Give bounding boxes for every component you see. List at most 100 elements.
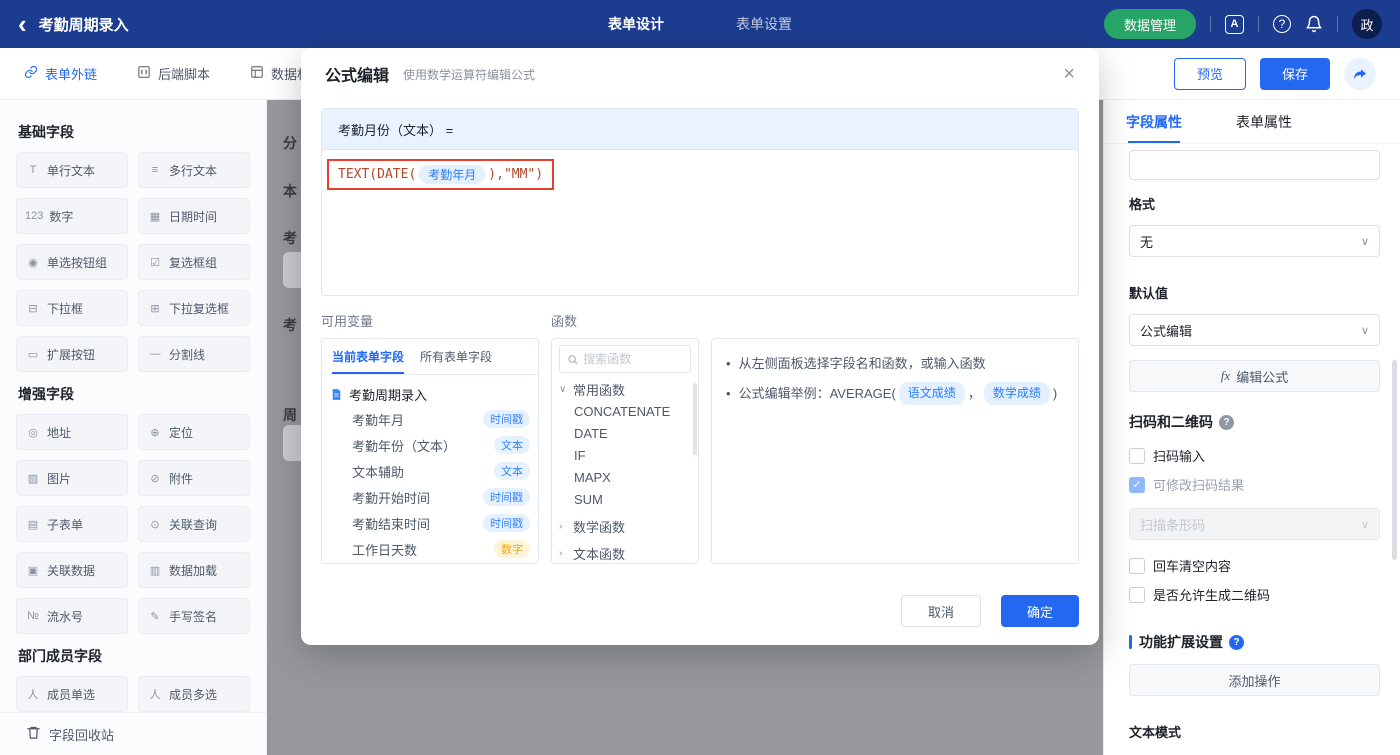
divider-icon: — bbox=[149, 348, 161, 360]
scan-input-checkbox[interactable] bbox=[1129, 447, 1145, 464]
variable-name: 考勤年月 bbox=[352, 412, 405, 428]
formula-input-area[interactable]: TEXT(DATE( 考勤年月 ),"MM") bbox=[322, 150, 1078, 295]
tab-form-settings[interactable]: 表单设置 bbox=[736, 14, 792, 34]
field-palette-item[interactable]: ✎ 手写签名 bbox=[138, 598, 250, 634]
function-search-input[interactable] bbox=[583, 352, 683, 366]
backend-script-button[interactable]: 后端脚本 bbox=[137, 64, 210, 83]
variable-name: 考勤结束时间 bbox=[352, 516, 431, 532]
functions-scrollbar[interactable] bbox=[693, 383, 697, 455]
field-item-label: 成员多选 bbox=[169, 687, 218, 702]
tab-current-form-fields[interactable]: 当前表单字段 bbox=[332, 339, 405, 374]
field-recycle-bin[interactable]: 字段回收站 bbox=[0, 712, 266, 755]
function-item[interactable]: CONCATENATE bbox=[559, 400, 691, 422]
confirm-button[interactable]: 确定 bbox=[1000, 595, 1079, 627]
field-palette-item[interactable]: ⊙ 关联查询 bbox=[138, 506, 250, 542]
formula-field-pill[interactable]: 考勤年月 bbox=[419, 165, 486, 184]
tab-field-properties[interactable]: 字段属性 bbox=[1126, 100, 1182, 143]
variable-item[interactable]: 考勤开始时间 时间戳 bbox=[330, 484, 530, 510]
field-palette-item[interactable]: ▤ 子表单 bbox=[16, 506, 128, 542]
function-group[interactable]: › 文本函数 bbox=[559, 542, 691, 563]
properties-tabs: 字段属性 表单属性 bbox=[1104, 100, 1400, 144]
tab-all-form-fields[interactable]: 所有表单字段 bbox=[420, 339, 492, 374]
formula-editor[interactable]: 考勤月份（文本） = TEXT(DATE( 考勤年月 ),"MM") bbox=[321, 108, 1079, 296]
function-group[interactable]: › 数学函数 bbox=[559, 515, 691, 537]
field-palette-item[interactable]: 人成员单选 bbox=[16, 676, 128, 712]
variable-item[interactable]: 考勤结束时间 时间戳 bbox=[330, 510, 530, 536]
field-palette-item[interactable]: ⊘ 附件 bbox=[138, 460, 250, 496]
sidebar-field-grid: T 单行文本 ≡ 多行文本 123 数字 ▦ 日期时间 ◉ 单选按钮组 ☑ 复选框组 ⊟ 下拉框 ⊞ 下拉复选… bbox=[16, 152, 250, 372]
field-item-label: 手写签名 bbox=[169, 609, 218, 624]
editable-scan-result-checkbox[interactable]: ✓ bbox=[1129, 476, 1145, 493]
cancel-button[interactable]: 取消 bbox=[900, 595, 981, 627]
dropdown-icon: ⊟ bbox=[28, 302, 38, 315]
close-icon[interactable]: × bbox=[1063, 64, 1075, 84]
question-icon[interactable]: ? bbox=[1219, 414, 1234, 430]
form-external-link-button[interactable]: 表单外链 bbox=[24, 64, 97, 83]
function-item[interactable]: SUM bbox=[559, 488, 691, 510]
notification-bell-icon[interactable] bbox=[1305, 15, 1323, 33]
field-palette-item[interactable]: T 单行文本 bbox=[16, 152, 128, 188]
field-palette-item[interactable]: ⊕ 定位 bbox=[138, 414, 250, 450]
field-palette-item[interactable]: 123 数字 bbox=[16, 198, 128, 234]
field-item-label: 数据加载 bbox=[169, 563, 218, 578]
field-palette-item[interactable]: ▨ 图片 bbox=[16, 460, 128, 496]
field-title-input[interactable] bbox=[1129, 150, 1380, 180]
field-palette-item[interactable]: ≡ 多行文本 bbox=[138, 152, 250, 188]
help-icon[interactable]: ? bbox=[1273, 15, 1291, 33]
allow-qrcode-checkbox[interactable] bbox=[1129, 586, 1145, 603]
variable-name: 工作日天数 bbox=[352, 542, 418, 558]
format-select[interactable]: 无 ∨ bbox=[1129, 225, 1380, 257]
variable-item[interactable]: 工作日天数 数字 bbox=[330, 536, 530, 562]
edit-formula-button[interactable]: fx 编辑公式 bbox=[1129, 360, 1380, 392]
field-palette-item[interactable]: ▣ 关联数据 bbox=[16, 552, 128, 588]
variable-item[interactable]: 文本辅助 文本 bbox=[330, 458, 530, 484]
app-header: ‹ 考勤周期录入 表单设计 表单设置 数据管理 A ? 政 bbox=[0, 0, 1400, 48]
field-palette-item[interactable]: ▦ 日期时间 bbox=[138, 198, 250, 234]
chevron-right-icon: › bbox=[559, 547, 563, 559]
address-icon: ◎ bbox=[28, 426, 38, 439]
function-item[interactable]: MAPX bbox=[559, 466, 691, 488]
linked-data-icon: ▣ bbox=[27, 564, 39, 577]
variable-item[interactable]: 考勤年份（文本） 文本 bbox=[330, 432, 530, 458]
translate-icon[interactable]: A bbox=[1225, 14, 1244, 34]
field-palette-item[interactable]: 人成员多选 bbox=[138, 676, 250, 712]
modal-body: 考勤月份（文本） = TEXT(DATE( 考勤年月 ),"MM") 可用变量 … bbox=[301, 100, 1099, 645]
field-palette-item[interactable]: ☑ 复选框组 bbox=[138, 244, 250, 280]
tab-form-properties[interactable]: 表单属性 bbox=[1236, 100, 1292, 143]
add-action-button[interactable]: 添加操作 bbox=[1129, 664, 1380, 696]
panel-scrollbar[interactable] bbox=[1392, 360, 1397, 560]
form-root-node[interactable]: 考勤周期录入 bbox=[330, 382, 530, 406]
field-item-label: 关联数据 bbox=[47, 563, 96, 578]
field-item-label: 复选框组 bbox=[169, 255, 218, 270]
variable-item[interactable]: 考勤年月 时间戳 bbox=[330, 406, 530, 432]
link-icon bbox=[24, 65, 38, 82]
field-palette-item[interactable]: ⊟ 下拉框 bbox=[16, 290, 128, 326]
preview-button[interactable]: 预览 bbox=[1173, 57, 1246, 90]
data-manage-button[interactable]: 数据管理 bbox=[1103, 9, 1196, 39]
save-button[interactable]: 保存 bbox=[1259, 57, 1330, 90]
field-palette-item[interactable]: ▭ 扩展按钮 bbox=[16, 336, 128, 372]
field-palette-item[interactable]: ▥ 数据加载 bbox=[138, 552, 250, 588]
field-palette-item[interactable]: № 流水号 bbox=[16, 598, 128, 634]
field-palette-item[interactable]: ◎ 地址 bbox=[16, 414, 128, 450]
functions-panel: ∨ 常用函数 CONCATENATEDATEIFMAPXSUM › 数学函数 › 文本函数 bbox=[551, 338, 699, 564]
function-item[interactable]: DATE bbox=[559, 422, 691, 444]
share-icon[interactable] bbox=[1344, 57, 1376, 90]
field-palette-item[interactable]: — 分割线 bbox=[138, 336, 250, 372]
modal-header: 公式编辑 使用数学运算符编辑公式 × bbox=[301, 48, 1099, 100]
user-avatar[interactable]: 政 bbox=[1352, 9, 1382, 39]
field-item-label: 流水号 bbox=[47, 609, 84, 624]
function-item[interactable]: IF bbox=[559, 444, 691, 466]
bullet-icon: • bbox=[726, 356, 731, 371]
tab-form-design[interactable]: 表单设计 bbox=[608, 14, 664, 34]
data-permission-icon bbox=[250, 65, 264, 82]
function-search-box[interactable] bbox=[559, 345, 691, 373]
back-button[interactable]: ‹ bbox=[18, 11, 27, 37]
field-palette-item[interactable]: ◉ 单选按钮组 bbox=[16, 244, 128, 280]
question-icon[interactable]: ? bbox=[1229, 634, 1244, 650]
default-value-select[interactable]: 公式编辑 ∨ bbox=[1129, 314, 1380, 346]
form-root-label: 考勤周期录入 bbox=[349, 387, 428, 403]
field-palette-item[interactable]: ⊞ 下拉复选框 bbox=[138, 290, 250, 326]
enter-clear-checkbox[interactable] bbox=[1129, 557, 1145, 574]
function-group[interactable]: ∨ 常用函数 bbox=[559, 378, 691, 400]
